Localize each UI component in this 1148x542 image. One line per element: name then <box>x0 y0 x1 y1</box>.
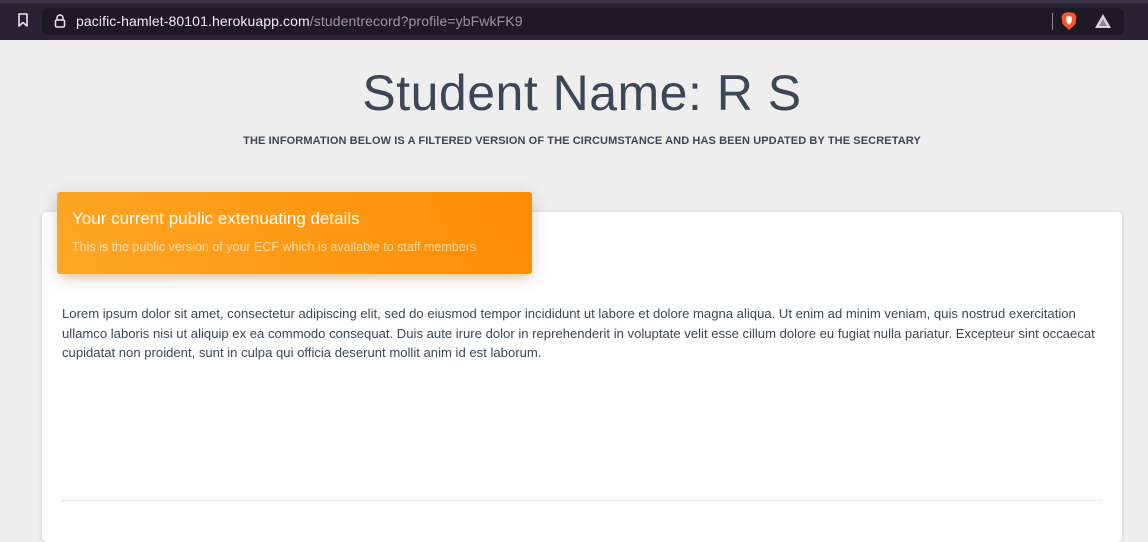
lock-icon[interactable] <box>54 14 66 28</box>
card-header: Your current public extenuating details … <box>57 192 532 274</box>
brave-rewards-icon[interactable] <box>1094 13 1112 29</box>
card-category: This is the public version of your ECF w… <box>72 240 477 254</box>
url-text[interactable]: pacific-hamlet-80101.herokuapp.com/stude… <box>76 13 523 30</box>
card-divider <box>62 500 1102 501</box>
page-subtitle: THE INFORMATION BELOW IS A FILTERED VERS… <box>243 135 921 147</box>
url-path: /studentrecord?profile=ybFwkFK9 <box>309 13 523 29</box>
browser-toolbar: pacific-hamlet-80101.herokuapp.com/stude… <box>0 0 1148 40</box>
url-host: pacific-hamlet-80101.herokuapp.com <box>76 13 310 29</box>
card-title: Your current public extenuating details <box>72 209 360 228</box>
tab-strip-edge <box>0 0 1148 3</box>
brave-shield-icon[interactable] <box>1060 11 1078 31</box>
address-bar[interactable]: pacific-hamlet-80101.herokuapp.com/stude… <box>42 8 1124 35</box>
ecf-public-details-text: Lorem ipsum dolor sit amet, consectetur … <box>62 306 1095 360</box>
address-bar-separator <box>1052 13 1053 30</box>
page-title: Student Name: R S <box>362 65 802 121</box>
bookmark-icon[interactable] <box>18 13 28 27</box>
